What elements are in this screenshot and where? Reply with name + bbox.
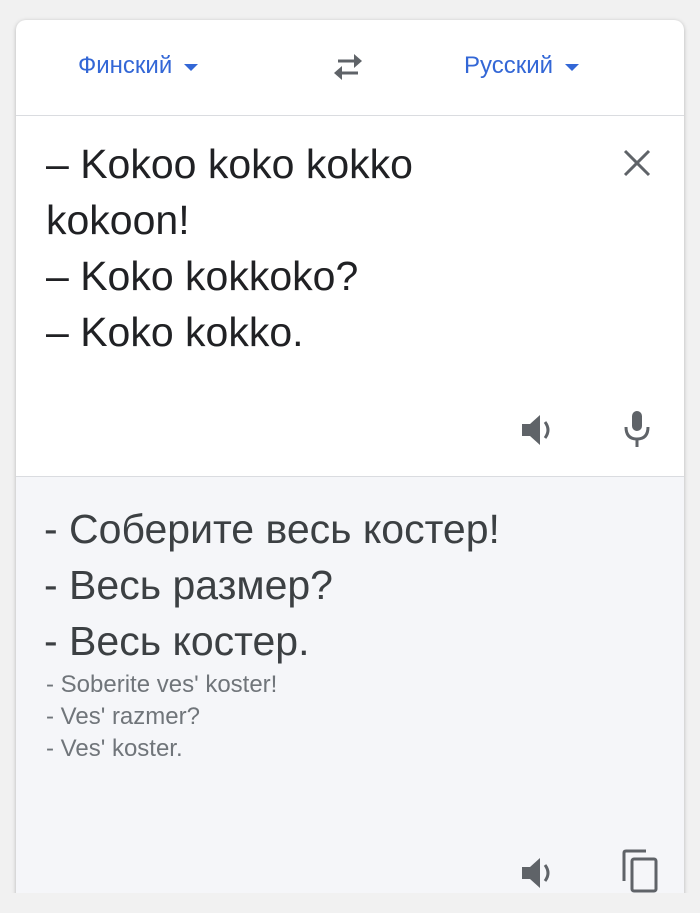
source-language-label: Финский <box>78 52 173 79</box>
translation-line: - Весь размер? <box>44 562 333 608</box>
speaker-icon[interactable] <box>520 412 560 448</box>
translate-card: Финский Русский – Kokoo koko kokko kokoo… <box>16 20 684 913</box>
source-line: – Koko kokko. <box>46 309 304 355</box>
language-bar: Финский Русский <box>16 20 684 116</box>
source-language-selector[interactable]: Финский <box>78 50 199 82</box>
translation-line: - Соберите весь костер! <box>44 506 500 552</box>
source-line: kokoon! <box>46 197 190 243</box>
target-language-selector[interactable]: Русский <box>464 50 580 82</box>
dropdown-caret-icon <box>184 64 199 71</box>
speaker-icon[interactable] <box>520 855 560 891</box>
copy-icon[interactable] <box>616 847 660 895</box>
transliteration-line: - Ves' razmer? <box>46 703 200 730</box>
translation-output-area: - Соберите весь костер! - Весь размер? -… <box>16 477 684 913</box>
transliteration-text: - Soberite ves' koster! - Ves' razmer? -… <box>46 669 646 765</box>
dropdown-caret-icon <box>565 64 580 71</box>
source-input-area[interactable]: – Kokoo koko kokko kokoon! – Koko kokkok… <box>16 116 684 476</box>
transliteration-line: - Ves' koster. <box>46 735 183 762</box>
microphone-icon[interactable] <box>620 409 654 451</box>
swap-arrows-icon[interactable] <box>328 50 368 84</box>
source-line: – Koko kokkoko? <box>46 253 359 299</box>
target-language-label: Русский <box>464 52 554 79</box>
translation-line: - Весь костер. <box>44 618 310 664</box>
source-text[interactable]: – Kokoo koko kokko kokoon! – Koko kokkok… <box>46 136 606 360</box>
close-icon[interactable] <box>620 146 654 180</box>
page-bottom <box>0 893 700 913</box>
translation-text: - Соберите весь костер! - Весь размер? -… <box>44 501 664 669</box>
source-line: – Kokoo koko kokko <box>46 141 413 187</box>
transliteration-line: - Soberite ves' koster! <box>46 671 278 698</box>
